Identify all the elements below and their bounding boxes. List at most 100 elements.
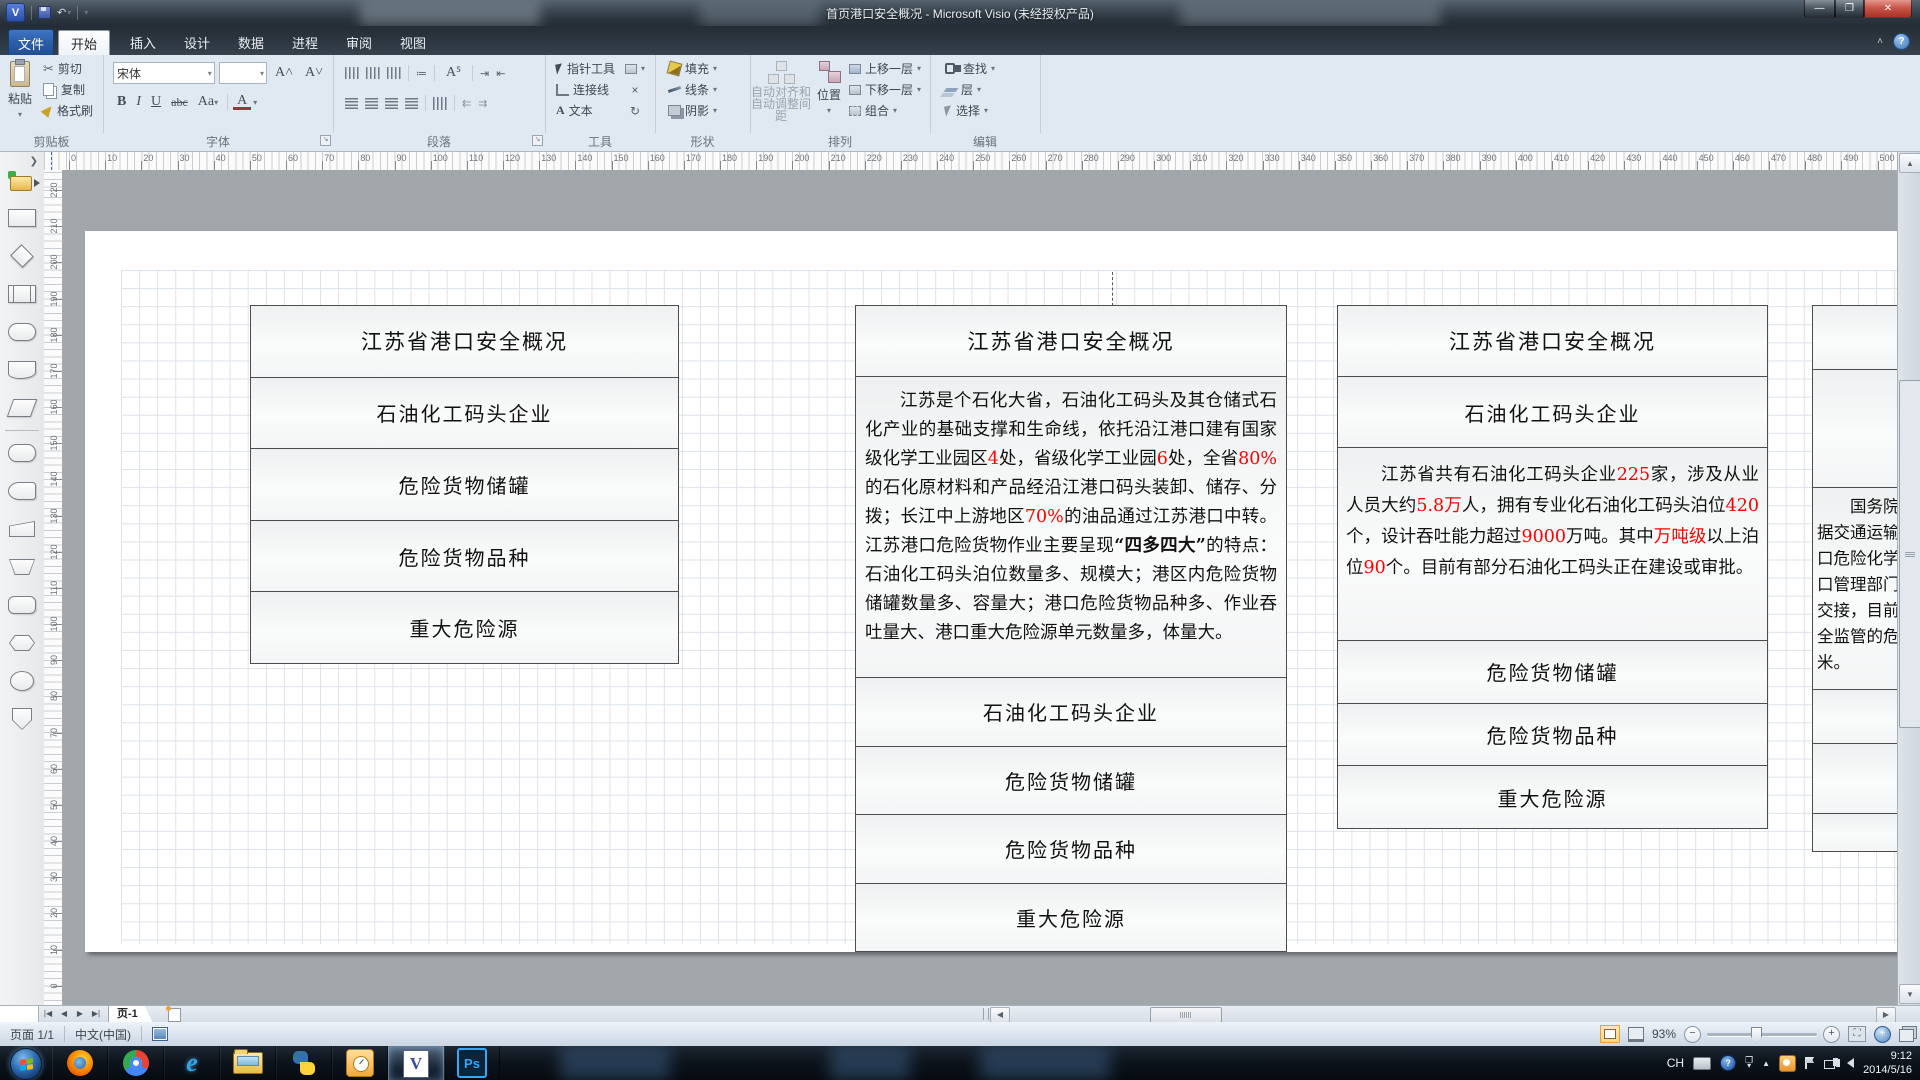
box4-cell[interactable] bbox=[1813, 370, 1898, 488]
flow-box-4[interactable]: 国务院新《据交通运输部和口危险化学品安口管理部门与安交接，目前 江苏全监管的危险… bbox=[1812, 305, 1898, 852]
grow-font-button[interactable]: A˄ bbox=[271, 65, 297, 81]
bring-forward-button[interactable]: 上移一层▾ bbox=[846, 58, 924, 79]
indent-right-icon[interactable]: ⇥ bbox=[480, 67, 489, 80]
drawing-canvas[interactable]: 江苏省港口安全概况 石油化工码头企业 危险货物储罐 危险货物品种 重大危险源 江… bbox=[62, 170, 1898, 1005]
zoom-slider[interactable]: − + bbox=[1684, 1026, 1840, 1043]
tab-data[interactable]: 数据 bbox=[226, 30, 276, 55]
taskbar-python[interactable] bbox=[276, 1046, 332, 1080]
visio-app-icon[interactable]: V bbox=[6, 3, 25, 22]
keyboard-icon[interactable] bbox=[1693, 1057, 1711, 1070]
spacing-loose-icon[interactable] bbox=[387, 67, 401, 79]
undo-button[interactable]: ↶▾ bbox=[57, 6, 71, 19]
normal-view-icon[interactable] bbox=[1600, 1025, 1620, 1043]
box2-paragraph-cell[interactable]: 江苏是个石化大省，石油化工码头及其仓储式石化产业的基础支撑和生命线，依托沿江港口… bbox=[856, 377, 1286, 678]
cut-button[interactable]: ✂剪切 bbox=[40, 58, 96, 79]
layers-button[interactable]: 层▾ bbox=[942, 79, 1040, 100]
shape-diamond[interactable] bbox=[0, 237, 44, 275]
rotate-tool-button[interactable]: ↻ bbox=[622, 100, 648, 121]
flow-box-3[interactable]: 江苏省港口安全概况 石油化工码头企业 江苏省共有石油化工码头企业225家，涉及从… bbox=[1337, 305, 1768, 829]
shape-ellipse[interactable] bbox=[0, 662, 44, 700]
minimize-button[interactable]: — bbox=[1804, 0, 1835, 18]
flow-box-1[interactable]: 江苏省港口安全概况 石油化工码头企业 危险货物储罐 危险货物品种 重大危险源 bbox=[250, 305, 679, 664]
shrink-font-button[interactable]: A˅ bbox=[301, 65, 327, 81]
shape-card[interactable] bbox=[0, 472, 44, 510]
shape-manual-operation[interactable] bbox=[0, 510, 44, 548]
box4-cell[interactable] bbox=[1813, 744, 1898, 814]
maximize-button[interactable]: ❐ bbox=[1835, 0, 1864, 18]
dialog-launcher-icon[interactable]: ↘ bbox=[532, 135, 543, 146]
next-page-icon[interactable]: ▶ bbox=[72, 1006, 88, 1022]
first-page-icon[interactable]: |◀ bbox=[40, 1006, 56, 1022]
help-icon[interactable]: ? bbox=[1893, 33, 1910, 50]
line-spacing-icon[interactable] bbox=[433, 97, 447, 110]
page[interactable]: 江苏省港口安全概况 石油化工码头企业 危险货物储罐 危险货物品种 重大危险源 江… bbox=[85, 231, 1898, 952]
bullets-icon[interactable]: ≔ bbox=[416, 67, 427, 80]
select-button[interactable]: 选择▾ bbox=[942, 100, 1040, 121]
box3-paragraph-cell[interactable]: 江苏省共有石油化工码头企业225家，涉及从业人员大约5.8万人，拥有专业化石油化… bbox=[1338, 448, 1767, 641]
line-button[interactable]: 线条▾ bbox=[665, 79, 750, 100]
connection-point-button[interactable]: × bbox=[622, 79, 648, 100]
taskbar-explorer[interactable] bbox=[220, 1046, 276, 1080]
spacing-tight-icon[interactable] bbox=[345, 67, 359, 79]
font-name-select[interactable]: 宋体▾ bbox=[113, 62, 215, 84]
align-left-icon[interactable] bbox=[345, 98, 358, 109]
format-painter-button[interactable]: 格式刷 bbox=[40, 100, 96, 121]
scroll-down-icon[interactable]: ▼ bbox=[1899, 984, 1920, 1004]
box3-cell[interactable]: 危险货物品种 bbox=[1338, 704, 1767, 767]
font-color-button[interactable]: A bbox=[233, 95, 251, 110]
switch-windows-icon[interactable] bbox=[1899, 1029, 1914, 1042]
underline-button[interactable]: U bbox=[147, 94, 165, 110]
send-backward-button[interactable]: 下移一层▾ bbox=[846, 79, 924, 100]
zoom-slider-track[interactable] bbox=[1707, 1033, 1817, 1036]
pointer-tool-button[interactable]: 指针工具 bbox=[553, 58, 618, 79]
rectangle-tool-button[interactable]: ▾ bbox=[622, 58, 648, 79]
tab-insert[interactable]: 插入 bbox=[118, 30, 168, 55]
tab-home[interactable]: 开始 bbox=[58, 30, 110, 56]
font-size-select[interactable]: ▾ bbox=[219, 62, 267, 84]
box2-title-cell[interactable]: 江苏省港口安全概况 bbox=[856, 306, 1286, 377]
superscript-icon[interactable]: A⁵ bbox=[442, 65, 465, 81]
scroll-left-icon[interactable]: ◀ bbox=[990, 1007, 1010, 1023]
action-center-flag-icon[interactable] bbox=[1805, 1057, 1815, 1069]
language-indicator[interactable]: 中文(中国) bbox=[65, 1022, 141, 1046]
auto-align-button[interactable]: 自动对齐和自动调整间距 bbox=[750, 55, 812, 133]
fit-page-icon[interactable] bbox=[1848, 1026, 1866, 1042]
increase-indent-icon[interactable]: ⇉ bbox=[478, 97, 487, 110]
taskbar-visio-active[interactable]: V bbox=[388, 1046, 444, 1080]
show-hidden-icons[interactable]: ▲ bbox=[1762, 1059, 1770, 1068]
splitter-handle[interactable] bbox=[983, 1008, 989, 1020]
box4-cell[interactable] bbox=[1813, 306, 1898, 370]
tray-app-icon[interactable] bbox=[1779, 1055, 1796, 1072]
page-indicator[interactable]: 页面 1/1 bbox=[0, 1022, 64, 1046]
find-button[interactable]: 查找▾ bbox=[942, 58, 1040, 79]
last-page-icon[interactable]: ▶| bbox=[88, 1006, 104, 1022]
horizontal-scrollbar-thumb[interactable] bbox=[1150, 1007, 1222, 1023]
macro-button[interactable] bbox=[142, 1022, 178, 1046]
tab-design[interactable]: 设计 bbox=[172, 30, 222, 55]
volume-icon[interactable] bbox=[1847, 1058, 1854, 1068]
box1-cell[interactable]: 重大危险源 bbox=[251, 592, 678, 663]
strikethrough-button[interactable]: abc bbox=[167, 95, 192, 110]
vertical-scrollbar[interactable]: ▲ ▼ bbox=[1897, 152, 1920, 1005]
shape-predefined-process[interactable] bbox=[0, 275, 44, 313]
shape-rounded-rectangle[interactable] bbox=[0, 586, 44, 624]
shape-parallelogram[interactable] bbox=[0, 389, 44, 427]
dialog-launcher-icon[interactable]: ↘ bbox=[320, 135, 331, 146]
indent-left-icon[interactable]: ⇤ bbox=[496, 67, 505, 80]
box1-cell[interactable]: 危险货物品种 bbox=[251, 521, 678, 593]
box3-cell[interactable]: 石油化工码头企业 bbox=[1338, 377, 1767, 448]
clock[interactable]: 9:12 2014/5/16 bbox=[1863, 1049, 1912, 1077]
tab-view[interactable]: 视图 bbox=[388, 30, 438, 55]
box3-cell[interactable]: 危险货物储罐 bbox=[1338, 641, 1767, 704]
zoom-in-icon[interactable]: + bbox=[1823, 1026, 1840, 1043]
shape-cylinder[interactable] bbox=[0, 434, 44, 472]
shadow-button[interactable]: 阴影▾ bbox=[665, 100, 750, 121]
zoom-level[interactable]: 93% bbox=[1652, 1027, 1676, 1041]
shape-hexagon[interactable] bbox=[0, 624, 44, 662]
italic-button[interactable]: I bbox=[132, 94, 145, 110]
expand-panel-icon[interactable]: ❯ bbox=[30, 156, 38, 167]
box2-cell[interactable]: 危险货物品种 bbox=[856, 815, 1286, 884]
shape-rectangle[interactable] bbox=[0, 199, 44, 237]
taskbar-outlook[interactable] bbox=[332, 1046, 388, 1080]
align-right-icon[interactable] bbox=[385, 98, 398, 109]
